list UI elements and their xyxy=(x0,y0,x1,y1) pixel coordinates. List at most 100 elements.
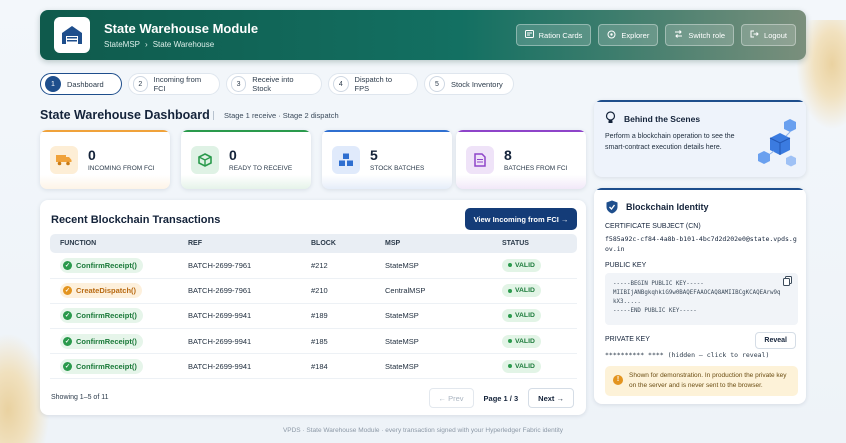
status-badge: VALID xyxy=(502,309,541,323)
warning-icon: ! xyxy=(613,375,623,385)
cell-ref: BATCH-2699-9941 xyxy=(178,328,301,355)
function-badge: ✓ ConfirmReceipt() xyxy=(60,358,143,374)
workflow-steps: 1 Dashboard 2 Incoming from FCI 3 Receiv… xyxy=(40,73,514,95)
function-badge: ✓ ConfirmReceipt() xyxy=(60,333,143,349)
check-icon: ✓ xyxy=(63,361,72,371)
cell-msp: CentralMSP xyxy=(375,278,492,304)
check-icon: ✓ xyxy=(63,311,72,321)
cell-function: ✓ CreateDispatch() xyxy=(50,278,178,304)
cell-msp: StateMSP xyxy=(375,303,492,330)
table-header-row: FUNCTION REF BLOCK MSP STATUS xyxy=(50,234,577,253)
step-label: Incoming from FCI xyxy=(153,75,202,93)
switch-role-button[interactable]: Switch role xyxy=(665,24,735,46)
app-header: State Warehouse Module StateMSP › State … xyxy=(40,10,806,60)
public-key-line: MIIBIjANBgkqhkiG9w0BAQEFAAOCAQ8AMIIBCgKC… xyxy=(613,290,781,305)
cell-status: VALID xyxy=(492,278,577,304)
private-key-value: ********** **** (hidden — click to revea… xyxy=(605,351,770,359)
stat-label: READY TO RECEIVE xyxy=(229,165,293,172)
shield-icon xyxy=(606,200,618,219)
status-dot-icon xyxy=(508,263,512,268)
blockchain-cubes-icon xyxy=(756,118,800,175)
function-badge: ✓ ConfirmReceipt() xyxy=(60,257,143,273)
step-label: Stock Inventory xyxy=(451,79,503,89)
status-dot-icon xyxy=(508,339,512,344)
behind-the-scenes-text: Perform a blockchain operation to see th… xyxy=(605,133,735,151)
blockchain-identity-panel: Blockchain Identity CERTIFICATE SUBJECT … xyxy=(594,188,806,404)
table-row[interactable]: ✓ CreateDispatch() BATCH-2699-7961 #210 Cent… xyxy=(50,278,577,304)
step-number: 3 xyxy=(231,76,247,92)
lightbulb-icon xyxy=(605,111,616,129)
status-badge: VALID xyxy=(502,284,541,298)
cell-block: #189 xyxy=(301,303,375,330)
behind-the-scenes-panel: Behind the Scenes Perform a blockchain o… xyxy=(594,100,806,177)
breadcrumb-item-msp[interactable]: StateMSP xyxy=(104,40,140,49)
step-dashboard[interactable]: 1 Dashboard xyxy=(40,73,122,95)
logout-icon xyxy=(750,30,759,40)
cell-msp: StateMSP xyxy=(375,253,492,279)
reveal-private-key-button[interactable]: Reveal xyxy=(755,332,796,349)
stat-card-incoming: 0 INCOMING FROM FCI xyxy=(40,130,170,189)
column-header-ref: REF xyxy=(178,234,301,253)
stat-card-ready: 0 READY TO RECEIVE xyxy=(181,130,311,189)
column-header-status: STATUS xyxy=(492,234,577,253)
logout-button[interactable]: Logout xyxy=(741,24,796,46)
dashboard-subtitle: Stage 1 receive · Stage 2 dispatch xyxy=(213,111,339,120)
cell-msp: StateMSP xyxy=(375,328,492,355)
public-key-box: -----BEGIN PUBLIC KEY----- MIIBIjANBgkqh… xyxy=(605,273,798,325)
card-icon xyxy=(524,30,534,40)
status-dot-icon xyxy=(508,313,512,318)
table-row[interactable]: ✓ ConfirmReceipt() BATCH-2699-9941 #185 Stat… xyxy=(50,328,577,355)
switch-arrows-icon xyxy=(674,30,683,40)
explorer-button[interactable]: Explorer xyxy=(598,24,659,46)
function-name: CreateDispatch() xyxy=(76,286,137,296)
step-receive-into-stock[interactable]: 3 Receive into Stock xyxy=(226,73,322,95)
next-page-button[interactable]: Next → xyxy=(528,388,574,408)
stat-label: INCOMING FROM FCI xyxy=(88,165,155,172)
truck-icon xyxy=(50,145,78,174)
cell-ref: BATCH-2699-9941 xyxy=(178,353,301,380)
stat-card-stock-batches: 5 STOCK BATCHES xyxy=(322,130,452,189)
cell-block: #212 xyxy=(301,253,375,279)
stat-label: BATCHES FROM FCI xyxy=(504,165,568,172)
prev-page-button[interactable]: ← Prev xyxy=(428,388,474,408)
column-header-msp: MSP xyxy=(375,234,492,253)
step-dispatch-to-fps[interactable]: 4 Dispatch to FPS xyxy=(328,73,418,95)
warehouse-logo-icon xyxy=(54,17,90,53)
private-key-label: PRIVATE KEY xyxy=(605,336,650,343)
cell-block: #210 xyxy=(301,278,375,304)
pagination-summary: Showing 1–5 of 11 xyxy=(51,394,109,401)
private-key-warning: ! Shown for demonstration. In production… xyxy=(605,366,798,396)
step-label: Dispatch to FPS xyxy=(354,75,393,93)
function-name: ConfirmReceipt() xyxy=(76,336,137,346)
cell-ref: BATCH-2699-7961 xyxy=(178,278,301,304)
step-label: Receive into Stock xyxy=(252,75,294,93)
stat-value: 0 xyxy=(229,147,237,163)
cell-ref: BATCH-2699-9941 xyxy=(178,303,301,330)
certificate-value: f585a92c-cf84-4a8b-b101-4bc7d2d202e0@sta… xyxy=(605,235,797,253)
step-number: 1 xyxy=(45,76,61,92)
cell-ref: BATCH-2699-7961 xyxy=(178,253,301,279)
warning-text: Shown for demonstration. In production t… xyxy=(629,372,787,389)
step-stock-inventory[interactable]: 5 Stock Inventory xyxy=(424,73,514,95)
behind-the-scenes-title: Behind the Scenes xyxy=(624,114,701,124)
public-key-line: -----END PUBLIC KEY----- xyxy=(613,308,697,314)
ration-cards-button[interactable]: Ration Cards xyxy=(515,24,592,46)
step-incoming-from-fci[interactable]: 2 Incoming from FCI xyxy=(128,73,220,95)
table-row[interactable]: ✓ ConfirmReceipt() BATCH-2699-7961 #212 Stat… xyxy=(50,253,577,279)
cell-status: VALID xyxy=(492,253,577,279)
cell-function: ✓ ConfirmReceipt() xyxy=(50,253,178,279)
copy-icon[interactable] xyxy=(779,274,795,288)
cell-status: VALID xyxy=(492,353,577,380)
column-header-function: FUNCTION xyxy=(50,234,178,253)
cell-function: ✓ ConfirmReceipt() xyxy=(50,328,178,355)
certificate-label: CERTIFICATE SUBJECT (CN) xyxy=(605,223,701,230)
boxes-icon xyxy=(332,145,360,174)
transactions-table: FUNCTION REF BLOCK MSP STATUS ✓ ConfirmRe… xyxy=(50,234,577,380)
table-row[interactable]: ✓ ConfirmReceipt() BATCH-2699-9941 #189 Stat… xyxy=(50,303,577,330)
table-row[interactable]: ✓ ConfirmReceipt() BATCH-2699-9941 #184 Stat… xyxy=(50,353,577,380)
status-badge: VALID xyxy=(502,258,541,272)
status-dot-icon xyxy=(508,364,512,369)
step-number: 5 xyxy=(429,76,445,92)
cell-block: #185 xyxy=(301,328,375,355)
view-incoming-button[interactable]: View Incoming from FCI → xyxy=(465,208,577,230)
